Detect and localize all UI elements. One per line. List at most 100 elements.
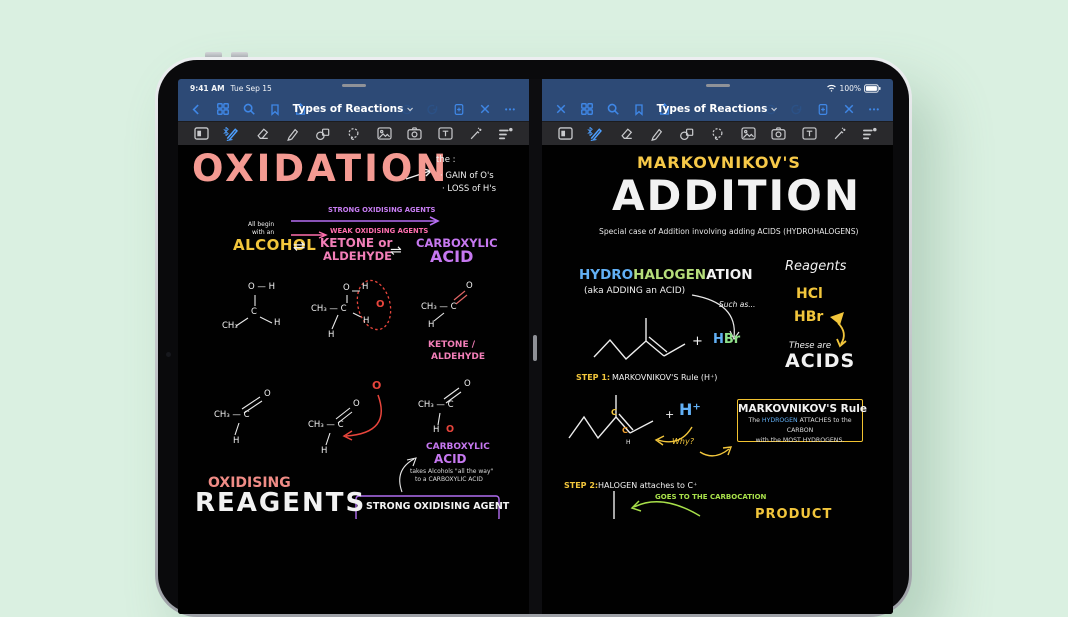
carboxylic-acid-label-2: ACID — [434, 453, 467, 467]
shapes-icon[interactable] — [678, 125, 696, 143]
multitask-pill[interactable] — [342, 84, 366, 87]
note-canvas-right[interactable]: MARKOVNIKOV'S ADDITION Special case of A… — [542, 145, 893, 614]
carbocation-label: GOES TO THE CARBOCATION — [655, 493, 766, 501]
eraser-icon[interactable] — [253, 125, 271, 143]
add-page-icon[interactable] — [814, 101, 831, 118]
molA-ch3: CH₃ — [222, 322, 238, 332]
left-ink-strokes — [178, 145, 529, 519]
def-loss: · LOSS of H's — [442, 185, 496, 195]
redo-icon[interactable] — [424, 101, 441, 118]
redo-icon[interactable] — [788, 101, 805, 118]
highlighter-icon[interactable] — [648, 125, 666, 143]
molB-h3: H — [328, 331, 334, 341]
bookmark-icon[interactable] — [266, 101, 283, 118]
highlighter-icon[interactable] — [284, 125, 302, 143]
rule-most-hydrogens: with the MOST HYDROGENS. — [756, 437, 845, 444]
such-as-label: Such as... — [719, 301, 755, 310]
stroke-style-menu-icon[interactable] — [861, 125, 879, 143]
takes-note-1: takes Alcohols "all the way" — [410, 469, 493, 476]
molA-c: C — [251, 308, 257, 318]
close-icon[interactable] — [476, 101, 493, 118]
app-pane-left: 9:41 AM Tue Sep 15 Types of Reactions — [178, 79, 529, 614]
hbr-reactant: HBr — [713, 333, 740, 348]
reagents-label: REAGENTS — [195, 489, 366, 519]
molB-o: O — [343, 284, 350, 294]
document-title-dropdown[interactable]: Types of Reactions — [293, 103, 415, 115]
step1-text: MARKOVNIKOV'S Rule (H⁺) — [612, 373, 717, 382]
close-split-icon[interactable] — [552, 101, 569, 118]
multitask-pill[interactable] — [706, 84, 730, 87]
molE-o: O — [353, 400, 360, 410]
image-icon[interactable] — [375, 125, 393, 143]
hydrohalogenation-label: HYDROHALOGENATION — [579, 268, 753, 284]
pen-tool-icon[interactable] — [587, 125, 605, 143]
def-head: the : — [436, 156, 456, 166]
page-view-icon[interactable] — [556, 125, 574, 143]
close-icon[interactable] — [840, 101, 857, 118]
equilibrium-arrow-2: ⇌ — [390, 243, 402, 259]
ation-part: ATION — [706, 267, 752, 283]
markovnikovs-title: MARKOVNIKOV'S — [637, 154, 801, 172]
status-time: 9:41 AM — [190, 84, 225, 93]
search-icon[interactable] — [240, 101, 257, 118]
chevron-down-icon — [406, 105, 414, 113]
image-icon[interactable] — [739, 125, 757, 143]
molF-ch3c: CH₃ — C — [418, 401, 454, 411]
camera-icon[interactable] — [770, 125, 788, 143]
statusbar-right: 100% — [542, 79, 893, 97]
split-drag-handle[interactable] — [533, 335, 537, 361]
text-box-icon[interactable] — [800, 125, 818, 143]
search-icon[interactable] — [604, 101, 621, 118]
camera-icon[interactable] — [406, 125, 424, 143]
eraser-icon[interactable] — [617, 125, 635, 143]
navbar-left: Types of Reactions ••• — [178, 97, 529, 121]
begin-note-1: All begin — [248, 222, 274, 229]
molB-h2: H — [363, 317, 369, 327]
page-view-icon[interactable] — [192, 125, 210, 143]
lasso-icon[interactable] — [709, 125, 727, 143]
more-icon[interactable]: ••• — [502, 101, 519, 118]
molC-h: H — [428, 321, 434, 331]
molB-h1: H — [362, 283, 368, 293]
app-pane-right: 100% Types of Reactions ••• — [542, 79, 893, 614]
aka-label: (aka ADDING an ACID) — [584, 286, 685, 296]
carbon-label-1: C — [611, 408, 617, 417]
bookmark-icon[interactable] — [630, 101, 647, 118]
plus-sign-2: + — [665, 409, 674, 422]
rule-box-title: MARKOVNIKOV'S Rule — [738, 403, 862, 415]
grid-pages-icon[interactable] — [578, 101, 595, 118]
more-icon[interactable]: ••• — [866, 101, 883, 118]
markovnikov-rule-box: MARKOVNIKOV'S Rule The HYDROGEN ATTACHES… — [737, 399, 863, 442]
add-page-icon[interactable] — [450, 101, 467, 118]
shapes-icon[interactable] — [314, 125, 332, 143]
aldehyde-label: ALDEHYDE — [323, 250, 392, 263]
oxidation-title: OXIDATION — [192, 148, 449, 191]
laser-pointer-icon[interactable] — [467, 125, 485, 143]
molF-h: H — [433, 426, 439, 436]
plus-sign: + — [692, 335, 703, 350]
toolbar-right — [542, 121, 893, 145]
rule-the: The — [748, 417, 760, 424]
takes-note-2: to a CARBOXYLIC ACID — [415, 477, 483, 484]
note-canvas-left[interactable]: OXIDATION the : · GAIN of O's · LOSS of … — [178, 145, 529, 614]
grid-pages-icon[interactable] — [214, 101, 231, 118]
stroke-style-menu-icon[interactable] — [497, 125, 515, 143]
document-title-dropdown[interactable]: Types of Reactions — [657, 103, 779, 115]
molA-oh: O — H — [248, 283, 275, 293]
text-box-icon[interactable] — [436, 125, 454, 143]
hbr-h-part: H — [713, 332, 724, 347]
ketone-aldehyde-label-2: ALDEHYDE — [431, 352, 485, 362]
molE-o-red: O — [372, 380, 381, 393]
laser-pointer-icon[interactable] — [831, 125, 849, 143]
lasso-icon[interactable] — [345, 125, 363, 143]
pen-tool-icon[interactable] — [223, 125, 241, 143]
back-chevron-icon[interactable] — [188, 101, 205, 118]
why-label: Why? — [672, 437, 694, 446]
desktop-background: { "palette": { "navbar_blue": "#2d4a76",… — [0, 0, 1068, 520]
ipad-bezel: 9:41 AM Tue Sep 15 Types of Reactions — [158, 60, 909, 614]
equilibrium-arrow-1: ⇌ — [293, 238, 306, 255]
chevron-down-icon — [770, 105, 778, 113]
hbr-label: HBr — [794, 309, 823, 325]
product-label: PRODUCT — [755, 508, 832, 523]
rule-hydrogen: HYDROGEN — [762, 417, 798, 424]
